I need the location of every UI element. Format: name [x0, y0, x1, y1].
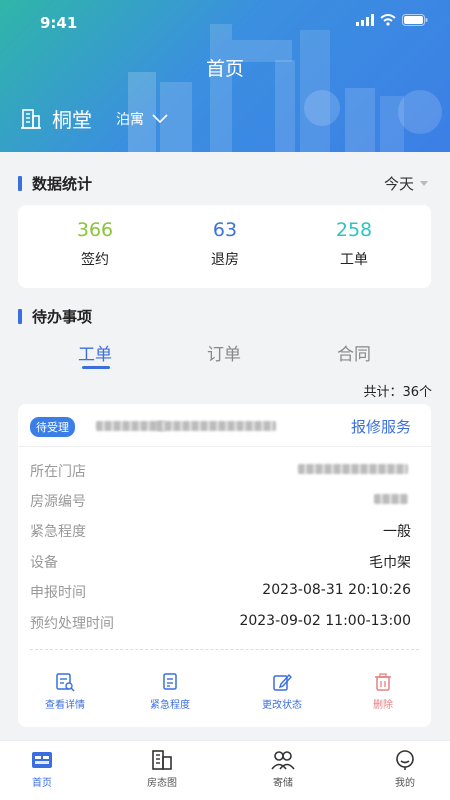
field-key: 所在门店: [30, 464, 86, 480]
stat-label: 退房: [211, 252, 239, 268]
redacted-value: [374, 494, 408, 504]
nav-label: 首页: [32, 778, 52, 789]
view-details-button[interactable]: 查看详情: [25, 672, 105, 711]
edit-icon: [273, 673, 292, 691]
urgency-icon: [163, 673, 177, 690]
status-time: 9:41: [40, 14, 78, 32]
people-icon: [271, 751, 295, 770]
stat-label: 工单: [340, 252, 368, 268]
tab-contract[interactable]: 合同: [337, 340, 371, 365]
field-key: 紧急程度: [30, 524, 86, 540]
status-icons: [356, 14, 428, 26]
stat-checkout[interactable]: 63 退房: [165, 219, 285, 269]
field-key: 设备: [30, 555, 58, 571]
field-urgency: 紧急程度 一般: [30, 521, 411, 541]
stat-value: 258: [335, 219, 373, 241]
home-icon: [32, 752, 52, 768]
caret-down-icon: [420, 181, 428, 186]
field-appointment-time: 预约处理时间 2023-09-02 11:00-13:00: [30, 613, 411, 633]
nav-storage[interactable]: 寄储: [243, 749, 323, 789]
field-device: 设备 毛巾架: [30, 552, 411, 572]
urgency-button[interactable]: 紧急程度: [130, 672, 210, 711]
field-key: 申报时间: [30, 585, 86, 601]
stat-signed[interactable]: 366 签约: [35, 219, 155, 269]
tab-order[interactable]: 订单: [207, 340, 241, 365]
period-label: 今天: [383, 175, 414, 193]
field-report-time: 申报时间 2023-08-31 20:10:26: [30, 582, 411, 602]
field-room-number: 房源编号: [30, 491, 411, 511]
store-name: 桐堂: [52, 108, 92, 132]
redacted-text: [156, 421, 276, 431]
field-value: 2023-08-31 20:10:26: [262, 582, 411, 598]
todo-section-title: 待办事项: [18, 306, 92, 327]
todo-title: 待办事项: [32, 308, 93, 326]
field-key: 房源编号: [30, 494, 86, 510]
redacted-value: [298, 464, 408, 474]
section-marker: [18, 176, 22, 191]
status-badge: 待受理: [30, 417, 75, 437]
bottom-nav: 首页 房态图 寄储 我的: [0, 740, 450, 800]
stat-value: 366: [76, 219, 114, 241]
nav-home[interactable]: 首页: [2, 749, 82, 789]
action-label: 紧急程度: [150, 700, 190, 711]
stats-card: 366 签约 63 退房 258 工单: [18, 205, 431, 288]
field-key: 预约处理时间: [30, 616, 114, 632]
field-value: 一般: [383, 524, 411, 540]
signal-icon: [356, 14, 374, 26]
header: 9:41 首页 桐堂 泊寓: [0, 0, 450, 152]
tab-workorder[interactable]: 工单: [78, 340, 112, 365]
building-icon: [152, 750, 172, 770]
stats-section-title: 数据统计: [18, 173, 92, 194]
profile-icon: [396, 750, 414, 770]
nav-label: 我的: [395, 778, 415, 789]
wifi-icon: [380, 14, 396, 26]
battery-icon: [402, 14, 428, 26]
field-value: 2023-09-02 11:00-13:00: [239, 613, 411, 629]
service-type: 报修服务: [350, 418, 411, 436]
nav-mine[interactable]: 我的: [365, 749, 445, 789]
stat-value: 63: [212, 219, 238, 241]
change-status-button[interactable]: 更改状态: [242, 672, 322, 711]
period-dropdown[interactable]: 今天: [384, 173, 428, 194]
stat-label: 签约: [81, 252, 109, 268]
action-label: 查看详情: [45, 700, 85, 711]
nav-room-status[interactable]: 房态图: [122, 749, 202, 789]
divider: [18, 446, 431, 447]
store-selector[interactable]: 桐堂 泊寓: [20, 104, 168, 133]
stat-workorders[interactable]: 258 工单: [294, 219, 414, 269]
work-order-card[interactable]: 待受理 报修服务 所在门店 房源编号 紧急程度 一般 设备 毛巾架 申报时间 2…: [18, 404, 431, 727]
action-label: 删除: [373, 700, 393, 711]
nav-label: 房态图: [147, 778, 177, 789]
field-value: 毛巾架: [369, 555, 411, 571]
store-brand: 泊寓: [116, 111, 144, 128]
section-marker: [18, 309, 22, 324]
stats-title: 数据统计: [32, 175, 93, 193]
building-icon: [21, 108, 41, 129]
status-bar: 9:41: [0, 0, 450, 44]
chevron-down-icon: [152, 113, 168, 123]
view-details-icon: [56, 673, 75, 692]
todo-total: 共计：36个: [363, 385, 432, 400]
tab-underline: [82, 366, 110, 369]
action-label: 更改状态: [262, 700, 302, 711]
trash-icon: [375, 673, 391, 691]
page-title: 首页: [205, 58, 244, 80]
dashed-divider: [30, 649, 419, 650]
delete-button[interactable]: 删除: [343, 672, 423, 711]
nav-label: 寄储: [273, 778, 293, 789]
